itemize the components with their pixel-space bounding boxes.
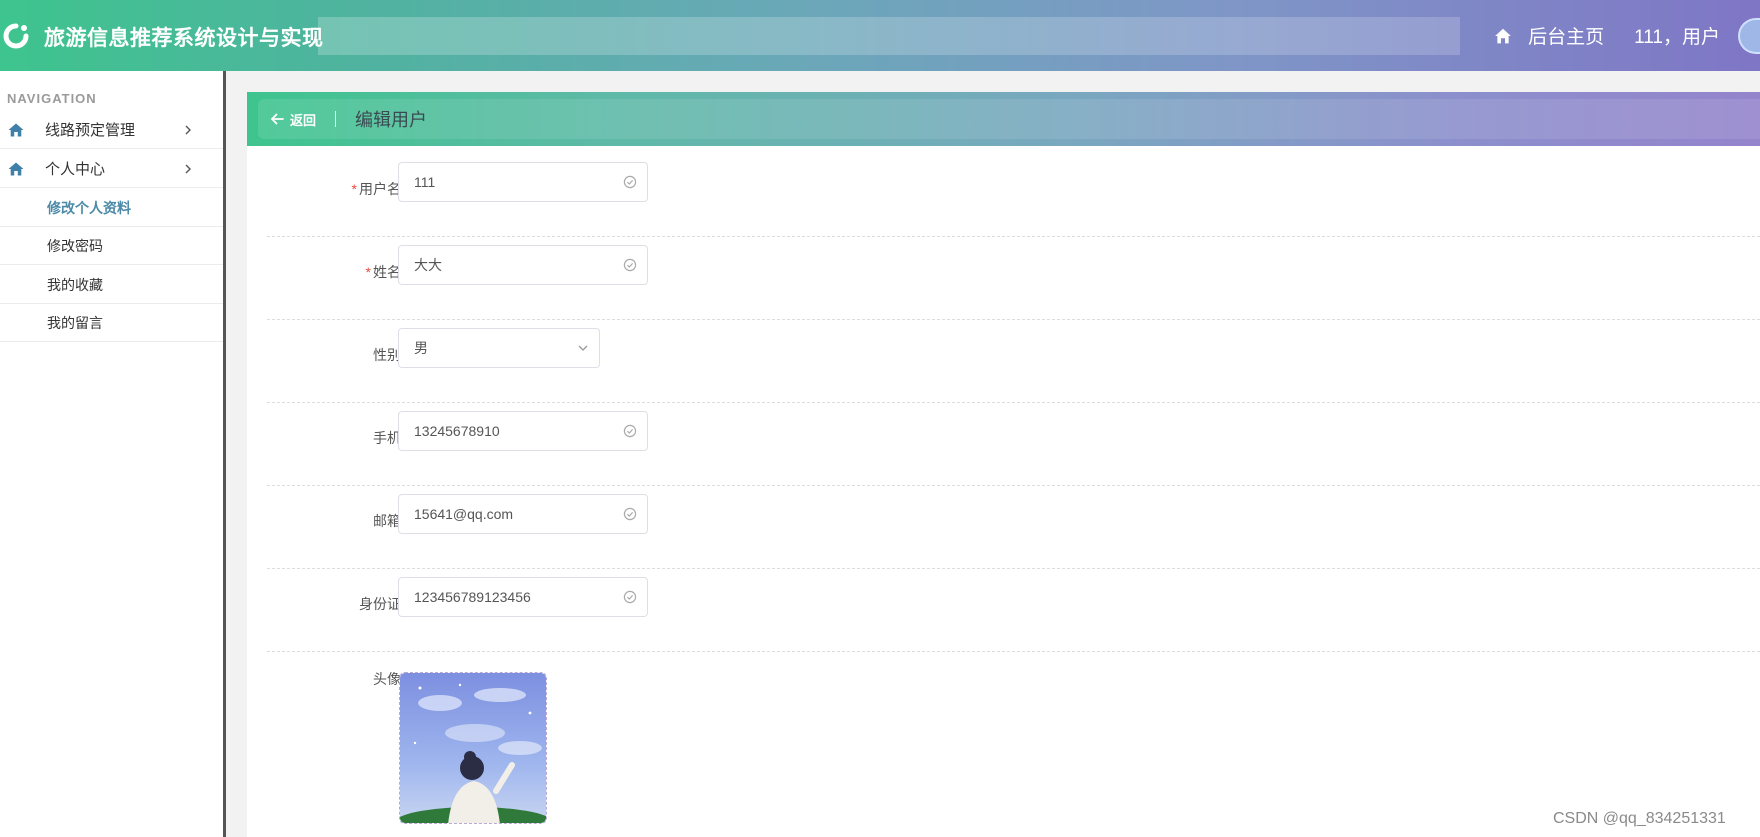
form-row-username: * 用户名 111 [267, 154, 1760, 237]
avatar-upload[interactable] [399, 672, 547, 824]
check-circle-icon [623, 507, 637, 521]
email-label: 邮箱 [373, 513, 401, 529]
idcard-label: 身份证 [359, 596, 401, 612]
watermark: CSDN @qq_834251331 [1553, 810, 1726, 827]
chevron-right-icon [185, 164, 191, 173]
form-row-name: * 姓名 大大 [267, 237, 1760, 320]
check-circle-icon [623, 590, 637, 604]
email-field[interactable]: 15641@qq.com [398, 494, 648, 534]
phone-label: 手机 [373, 430, 401, 446]
header-nav: 后台主页 111，用户 [1494, 0, 1760, 71]
required-mark: * [365, 264, 371, 280]
idcard-value: 123456789123456 [414, 589, 531, 605]
sidebar-subitem-messages[interactable]: 我的留言 [0, 304, 223, 342]
avatar-image [400, 673, 546, 823]
home-icon[interactable] [1494, 27, 1512, 45]
form-row-gender: 性别 男 [267, 320, 1760, 403]
form-row-email: 邮箱 15641@qq.com [267, 486, 1760, 569]
gender-value: 男 [414, 340, 428, 356]
sidebar-subitem-label: 我的收藏 [47, 276, 103, 293]
site-title: 旅游信息推荐系统设计与实现 [44, 27, 324, 50]
form-row-idcard: 身份证 123456789123456 [267, 569, 1760, 652]
separator [335, 111, 337, 127]
admin-home-link[interactable]: 后台主页 [1528, 22, 1604, 49]
check-circle-icon [623, 175, 637, 189]
user-menu[interactable]: 111，用户 [1634, 22, 1720, 49]
form-row-phone: 手机 13245678910 [267, 403, 1760, 486]
username-value: 111 [414, 174, 436, 190]
page-header-bar: 返回 编辑用户 [247, 92, 1760, 146]
idcard-field[interactable]: 123456789123456 [398, 577, 648, 617]
username-field[interactable]: 111 [398, 162, 648, 202]
search-input[interactable] [318, 17, 1460, 55]
home-icon [8, 123, 24, 136]
arrow-left-icon[interactable] [270, 112, 284, 126]
sidebar-item-personal-center[interactable]: 个人中心 [0, 150, 223, 188]
check-circle-icon [623, 424, 637, 438]
email-value: 15641@qq.com [414, 506, 514, 522]
sidebar-subitem-label: 修改密码 [47, 237, 103, 254]
sidebar: NAVIGATION 线路预定管理 个人中心 修改个人资料 修改密码 我的收藏 … [0, 71, 226, 837]
avatar[interactable] [1738, 17, 1760, 54]
username-label: * 用户名 [351, 181, 401, 197]
sidebar-subitem-label: 我的留言 [47, 314, 103, 331]
name-label: * 姓名 [365, 264, 401, 280]
check-circle-icon [623, 258, 637, 272]
chevron-down-icon [578, 345, 588, 351]
page-header-inner: 返回 编辑用户 [258, 99, 1760, 139]
top-header: 旅游信息推荐系统设计与实现 后台主页 111，用户 [0, 0, 1760, 71]
sidebar-subitem-label: 修改个人资料 [47, 199, 131, 216]
sidebar-subitem-favorites[interactable]: 我的收藏 [0, 266, 223, 304]
sidebar-subitem-edit-profile[interactable]: 修改个人资料 [0, 189, 223, 227]
gender-label: 性别 [373, 347, 401, 363]
home-icon [8, 162, 24, 175]
sidebar-subitem-change-password[interactable]: 修改密码 [0, 227, 223, 265]
phone-field[interactable]: 13245678910 [398, 411, 648, 451]
sidebar-item-label: 线路预定管理 [45, 122, 136, 139]
phone-value: 13245678910 [414, 423, 500, 439]
gender-select[interactable]: 男 [398, 328, 600, 368]
logo-icon [3, 23, 29, 49]
page-title: 编辑用户 [355, 110, 428, 130]
required-mark: * [351, 181, 357, 197]
sidebar-item-label: 个人中心 [45, 161, 106, 178]
nav-caption: NAVIGATION [7, 91, 97, 106]
chevron-right-icon [185, 125, 191, 134]
sidebar-item-route-booking[interactable]: 线路预定管理 [0, 111, 223, 149]
name-value: 大大 [414, 257, 442, 273]
name-field[interactable]: 大大 [398, 245, 648, 285]
main-content: 返回 编辑用户 * 用户名 111 * 姓名 大大 性别 男 手机 132456… [247, 92, 1760, 837]
avatar-label: 头像 [373, 671, 401, 687]
back-button[interactable]: 返回 [290, 110, 316, 129]
form-row-avatar: 头像 [267, 652, 1760, 837]
